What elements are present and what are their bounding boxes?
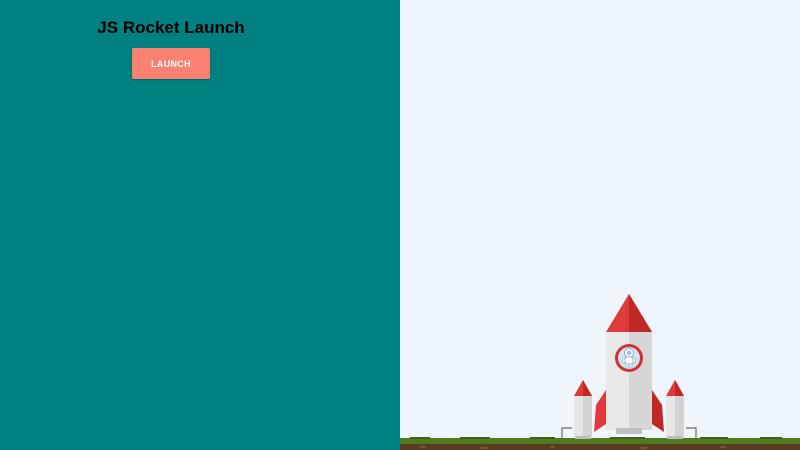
control-panel: JS Rocket Launch LAUNCH <box>0 0 400 450</box>
app-page: JS Rocket Launch LAUNCH <box>0 0 800 450</box>
rocket-icon <box>574 294 684 439</box>
left-fin <box>594 390 606 432</box>
ground <box>400 437 800 450</box>
left-booster <box>574 380 592 439</box>
porthole <box>615 344 643 372</box>
right-fin <box>652 390 664 432</box>
right-booster <box>666 380 684 439</box>
scene-canvas <box>400 294 800 450</box>
rocket-nose <box>606 294 652 332</box>
page-title: JS Rocket Launch <box>97 18 245 37</box>
launch-scene <box>400 0 800 450</box>
launch-button[interactable]: LAUNCH <box>132 48 210 79</box>
